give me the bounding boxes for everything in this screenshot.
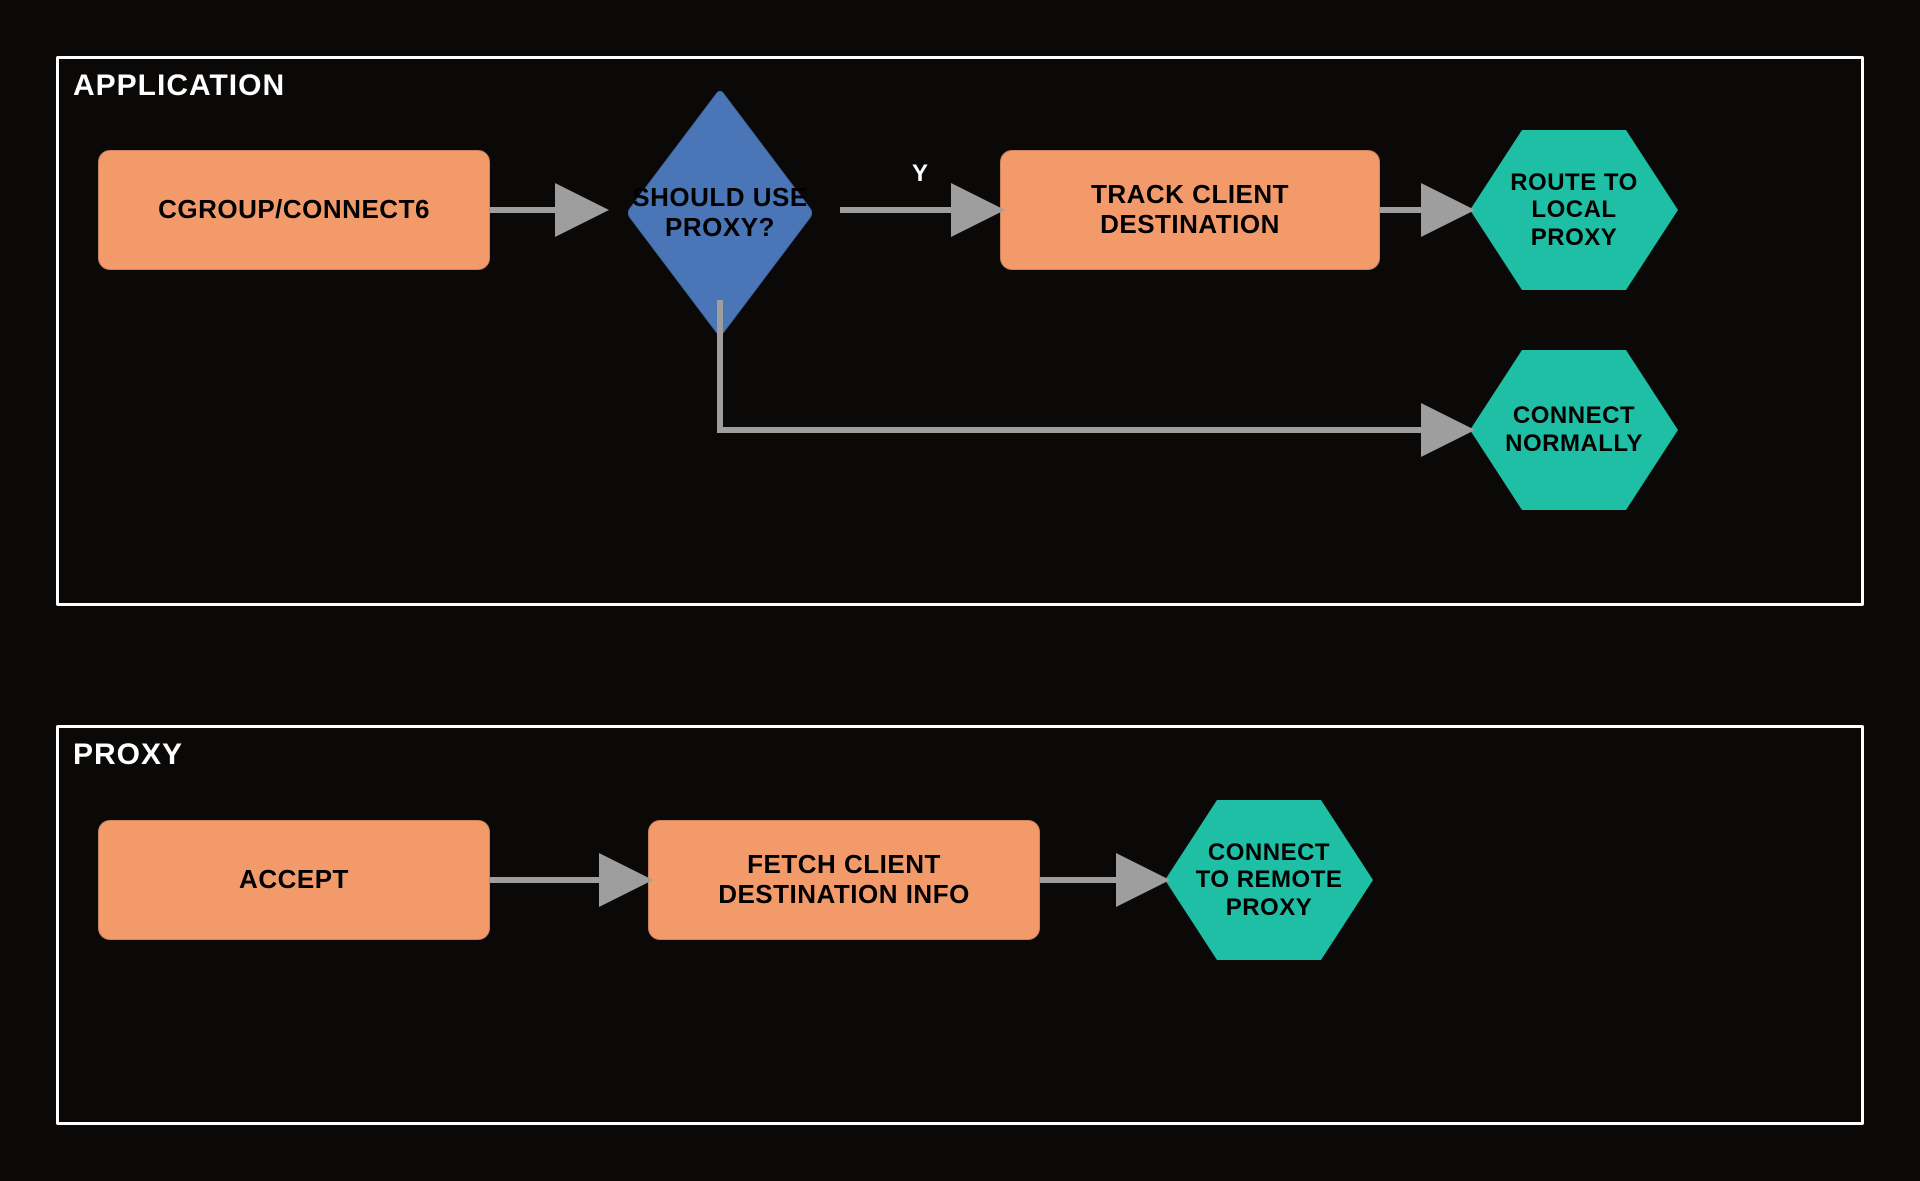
diagram-canvas: APPLICATION CGROUP/CONNECT6 SHOULD USEPR… [0, 0, 1920, 1181]
node-connect-normally-label: CONNECTNORMALLY [1505, 402, 1643, 457]
node-fetch-client-destination-info: FETCH CLIENTDESTINATION INFO [648, 820, 1040, 940]
node-cgroup-connect6: CGROUP/CONNECT6 [98, 150, 490, 270]
node-route-to-local-proxy-label: ROUTE TOLOCALPROXY [1510, 169, 1638, 252]
node-connect-to-remote-proxy-label: CONNECTTO REMOTEPROXY [1196, 839, 1343, 922]
node-accept: ACCEPT [98, 820, 490, 940]
panel-application-title: APPLICATION [73, 69, 285, 103]
panel-proxy-title: PROXY [73, 738, 183, 772]
edge-label-yes: Y [912, 160, 928, 188]
node-should-use-proxy: SHOULD USEPROXY? [590, 118, 850, 308]
node-should-use-proxy-label: SHOULD USEPROXY? [632, 183, 807, 243]
node-track-client-destination: TRACK CLIENTDESTINATION [1000, 150, 1380, 270]
